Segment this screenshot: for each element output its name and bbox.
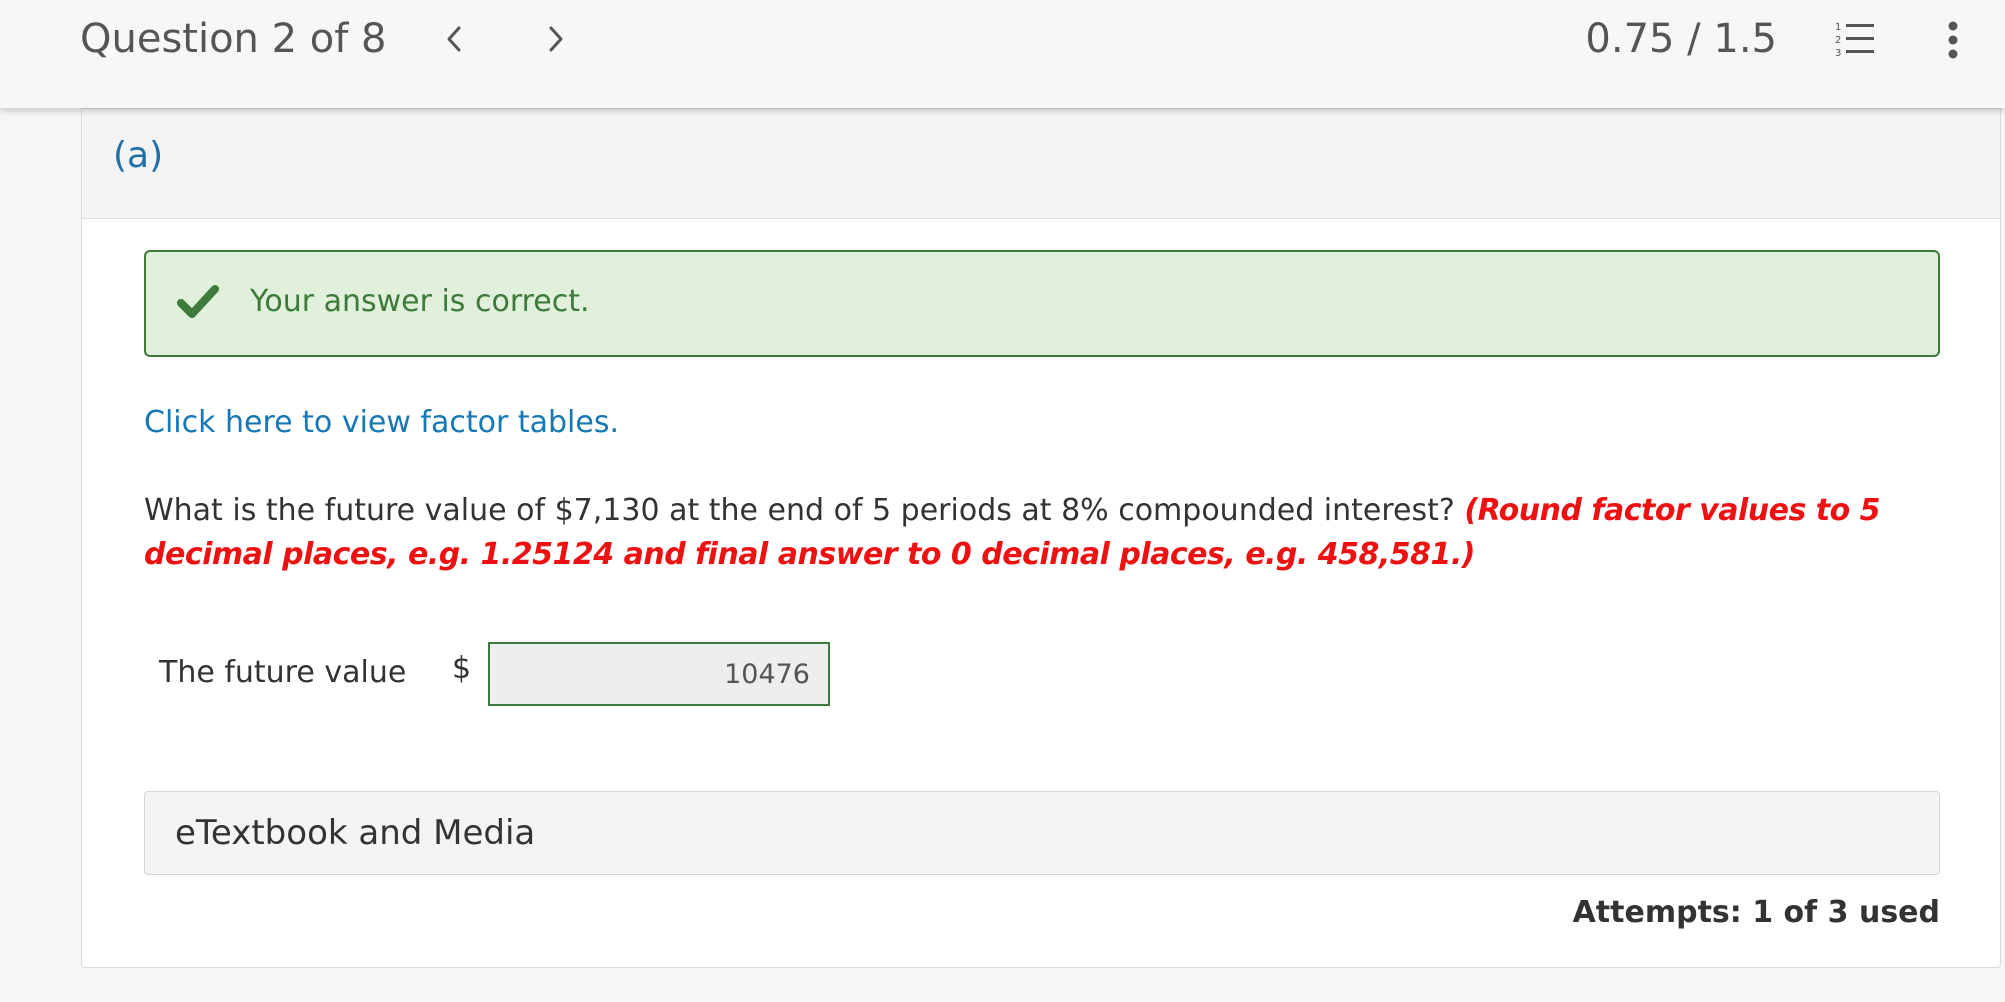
correct-answer-alert: Your answer is correct. [144,250,1940,357]
part-header: (a) [82,109,2000,219]
question-prompt: What is the future value of $7,130 at th… [144,493,1455,528]
future-value-input[interactable] [488,642,830,706]
question-card: (a) Your answer is correct. Click here t… [81,108,2001,968]
question-list-button[interactable]: 1 2 3 [1832,18,1880,62]
answer-label: The future value [159,655,407,690]
next-question-button[interactable] [534,14,578,64]
score-display: 0.75 / 1.5 [1585,16,1777,62]
factor-tables-link[interactable]: Click here to view factor tables. [144,401,619,445]
checkmark-icon [177,285,219,318]
question-counter: Question 2 of 8 [80,16,387,62]
more-vertical-icon [1948,21,1958,59]
svg-text:2: 2 [1835,35,1841,46]
currency-symbol: $ [452,651,472,686]
etextbook-media-label: eTextbook and Media [175,813,536,853]
feedback-message: Your answer is correct. [250,284,590,319]
part-label: (a) [113,135,164,176]
svg-text:3: 3 [1835,48,1841,59]
attempts-counter: Attempts: 1 of 3 used [1572,895,1940,930]
more-options-button[interactable] [1938,16,1968,66]
etextbook-media-section[interactable]: eTextbook and Media [144,791,1940,875]
svg-text:1: 1 [1835,22,1841,33]
previous-question-button[interactable] [432,14,476,64]
top-navigation-bar: Question 2 of 8 0.75 / 1.5 1 2 3 [0,0,2005,108]
chevron-right-icon [549,26,563,52]
numbered-list-icon: 1 2 3 [1835,22,1874,59]
question-text: What is the future value of $7,130 at th… [144,489,1964,577]
chevron-left-icon [447,26,461,52]
